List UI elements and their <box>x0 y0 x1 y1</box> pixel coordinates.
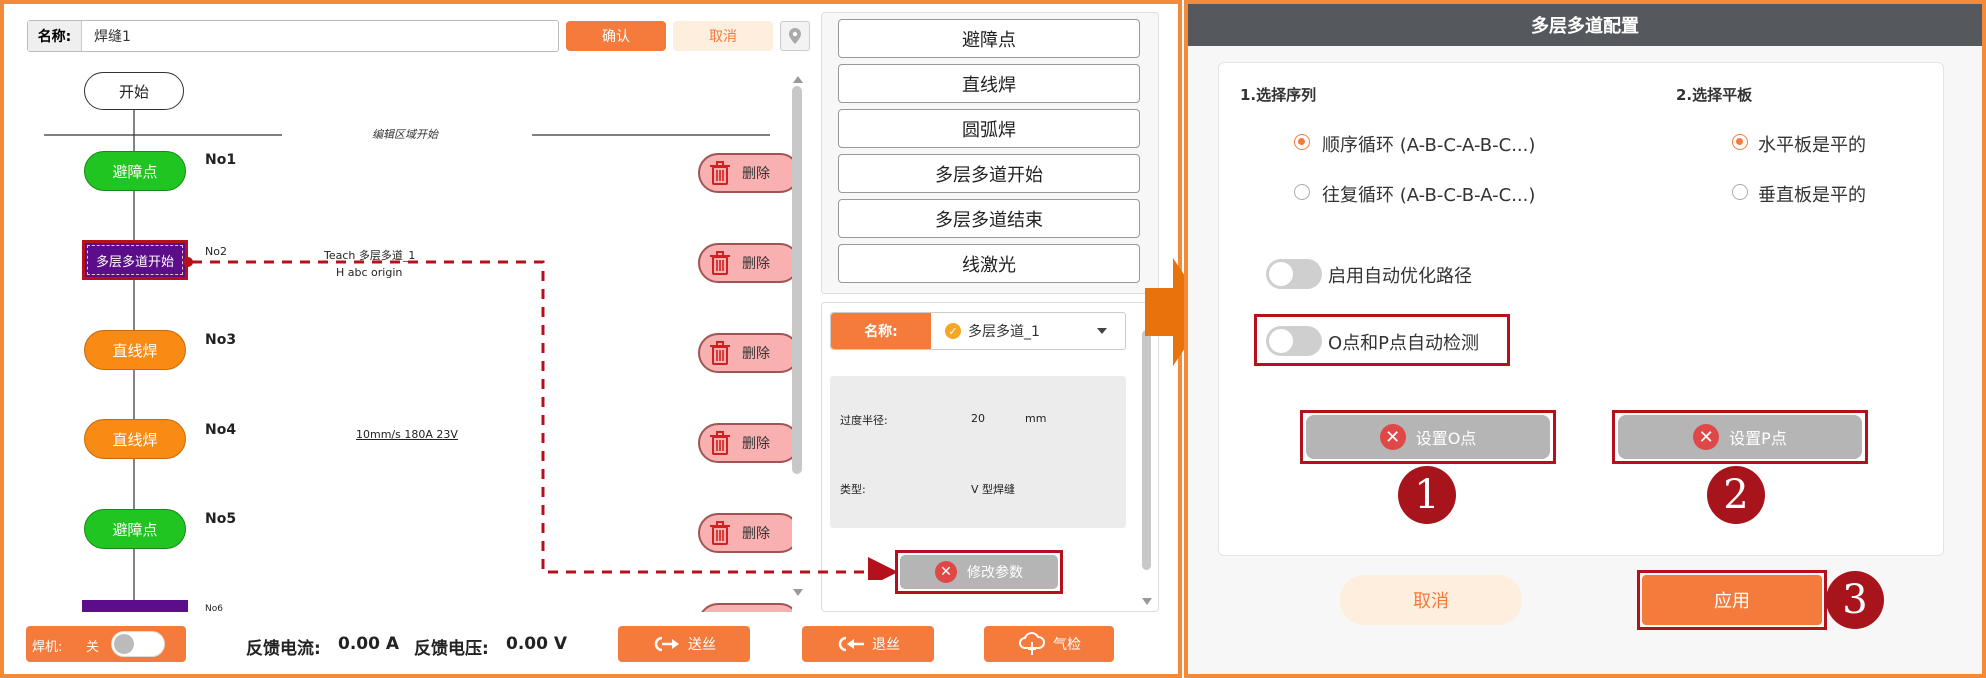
welder-label: 焊机: <box>32 640 63 655</box>
close-circle-icon: ✕ <box>1693 424 1720 450</box>
op-detect-label: O点和P点自动检测 <box>1328 333 1480 354</box>
gas-check-button[interactable]: 气检 <box>984 626 1114 662</box>
cancel-button[interactable]: 取消 <box>673 21 773 51</box>
delete-button[interactable]: 删除 <box>698 153 792 193</box>
welder-state: 关 <box>86 640 100 655</box>
library-item-multilayer-end[interactable]: 多层多道结束 <box>838 199 1140 238</box>
radio-horizontal-flat[interactable] <box>1732 134 1748 150</box>
delete-button[interactable] <box>698 603 792 612</box>
sequential-cycle-label: 顺序循环 (A-B-C-A-B-C...) <box>1322 135 1536 156</box>
library-item-line-weld[interactable]: 直线焊 <box>838 64 1140 103</box>
cloud-icon <box>1019 632 1045 655</box>
op-detect-toggle[interactable] <box>1266 326 1322 356</box>
current-value: 0.00 A <box>338 634 400 654</box>
node-number: No6 <box>205 604 223 612</box>
auto-path-label: 启用自动优化路径 <box>1328 266 1472 287</box>
set-p-label: 设置P点 <box>1729 429 1787 448</box>
flow-node-line-weld-2[interactable]: 直线焊 <box>84 419 186 459</box>
library-item-multilayer-start[interactable]: 多层多道开始 <box>838 154 1140 193</box>
radio-vertical-flat[interactable] <box>1732 184 1748 200</box>
edit-area-start-label: 编辑区域开始 <box>372 128 438 141</box>
callout-connector <box>183 257 898 580</box>
horizontal-flat-label: 水平板是平的 <box>1758 135 1866 156</box>
sequence-section-title: 1.选择序列 <box>1240 86 1317 104</box>
trash-icon <box>710 161 730 185</box>
flow-node-multilayer-start[interactable]: 多层多道开始 <box>82 240 188 280</box>
transition-radius-unit: mm <box>1025 412 1047 425</box>
feed-wire-button[interactable]: 送丝 <box>618 626 750 662</box>
dropdown-arrow-icon <box>1097 328 1107 334</box>
flow-node-line-weld-1[interactable]: 直线焊 <box>84 330 186 370</box>
start-node[interactable]: 开始 <box>84 72 184 110</box>
flow-node-avoid-2[interactable]: 避障点 <box>84 509 186 549</box>
modify-params-label: 修改参数 <box>967 565 1023 581</box>
vertical-flat-label: 垂直板是平的 <box>1758 185 1866 206</box>
delete-label: 删除 <box>742 166 770 182</box>
library-item-arc-weld[interactable]: 圆弧焊 <box>838 109 1140 148</box>
voltage-value: 0.00 V <box>506 634 568 654</box>
confirm-button[interactable]: 确认 <box>566 21 666 51</box>
plate-section-title: 2.选择平板 <box>1676 86 1753 104</box>
library-item-avoid[interactable]: 避障点 <box>838 19 1140 58</box>
retract-wire-label: 退丝 <box>872 637 900 653</box>
scroll-up-icon[interactable] <box>793 76 803 83</box>
location-button[interactable] <box>780 21 810 51</box>
param-name-select[interactable]: ✓ 多层多道_1 <box>945 313 1125 349</box>
modify-params-button[interactable]: ✕ 修改参数 <box>900 555 1058 589</box>
transition-radius-value: 20 <box>971 412 985 425</box>
flow-node-partial[interactable] <box>82 600 188 612</box>
scroll-thumb[interactable] <box>1142 330 1151 570</box>
check-circle-icon: ✓ <box>945 323 961 339</box>
welder-switch[interactable] <box>111 631 165 657</box>
retract-wire-button[interactable]: 退丝 <box>802 626 934 662</box>
feed-wire-label: 送丝 <box>688 637 716 653</box>
apply-button[interactable]: 应用 <box>1642 575 1822 625</box>
callout-3: 3 <box>1826 571 1884 629</box>
reciprocating-cycle-label: 往复循环 (A-B-C-B-A-C...) <box>1322 185 1536 206</box>
voltage-label: 反馈电压: <box>414 639 489 659</box>
feed-wire-icon <box>654 636 679 652</box>
auto-path-toggle[interactable] <box>1266 259 1322 289</box>
location-pin-icon <box>789 28 801 44</box>
flow-node-avoid-1[interactable]: 避障点 <box>84 151 186 191</box>
type-value: V 型焊缝 <box>971 483 1016 496</box>
close-circle-icon: ✕ <box>935 561 957 583</box>
set-o-label: 设置O点 <box>1415 429 1477 448</box>
callout-1: 1 <box>1398 466 1456 524</box>
scroll-down-icon[interactable] <box>793 589 803 596</box>
name-input[interactable]: 焊缝1 <box>94 26 131 46</box>
close-circle-icon: ✕ <box>1379 424 1406 450</box>
dialog-cancel-button[interactable]: 取消 <box>1340 575 1522 625</box>
param-name-value: 多层多道_1 <box>968 324 1040 340</box>
scroll-down-icon[interactable] <box>1142 598 1152 605</box>
current-label: 反馈电流: <box>246 639 321 659</box>
dialog-titlebar: 多层多道配置 <box>1188 4 1982 46</box>
name-label: 名称: <box>28 21 82 51</box>
callout-2: 2 <box>1707 466 1765 524</box>
node-number: No1 <box>205 152 237 168</box>
retract-wire-icon <box>838 636 864 652</box>
radio-reciprocating-cycle[interactable] <box>1294 184 1310 200</box>
dialog-title: 多层多道配置 <box>1531 16 1639 37</box>
gas-check-label: 气检 <box>1053 637 1081 653</box>
set-p-point-button[interactable]: ✕ 设置P点 <box>1618 415 1862 459</box>
set-o-point-button[interactable]: ✕ 设置O点 <box>1306 415 1550 459</box>
radio-sequential-cycle[interactable] <box>1294 134 1310 150</box>
